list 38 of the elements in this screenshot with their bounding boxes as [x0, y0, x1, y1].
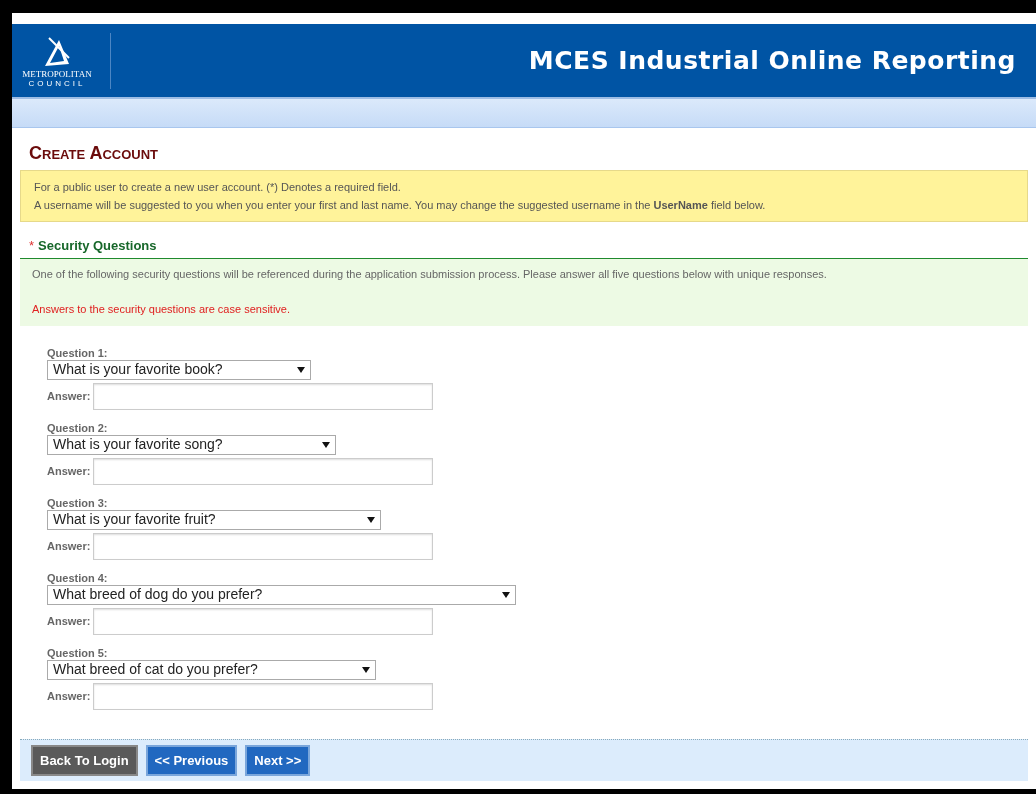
- answer-field[interactable]: [93, 682, 434, 710]
- answer-label: Answer:: [47, 388, 91, 404]
- site-title: MCES Industrial Online Reporting: [528, 44, 1016, 77]
- notice-text: A username will be suggested to you when you enter your first and last name. You may change the suggested username in the UserName field below.: [34, 197, 767, 213]
- info-text: One of the following security questions will be referenced during the application submission process. Please answer all five questions below with unique responses.: [32, 266, 828, 282]
- required-mark: *: [29, 237, 35, 255]
- form-button[interactable]: Next >>: [245, 744, 311, 776]
- question-dropdown[interactable]: What is your favorite book?: [47, 359, 311, 380]
- answer-field[interactable]: [93, 457, 434, 485]
- question-label: Question 2:: [47, 421, 109, 435]
- form-button[interactable]: << Previous: [145, 744, 238, 776]
- answer-field[interactable]: [93, 532, 434, 560]
- answer-label: Answer:: [47, 463, 91, 479]
- caret-icon: [322, 441, 330, 448]
- question-dropdown[interactable]: What is your favorite fruit?: [47, 509, 381, 530]
- answer-label: Answer:: [47, 613, 91, 629]
- answer-label: Answer:: [47, 538, 91, 554]
- page-title: Create Account: [28, 144, 160, 162]
- answer-field[interactable]: [93, 382, 434, 410]
- question-dropdown[interactable]: What breed of cat do you prefer?: [47, 659, 376, 680]
- question-label: Question 3:: [47, 496, 109, 510]
- form-button[interactable]: Back To Login: [31, 744, 138, 776]
- caret-icon: [502, 591, 510, 598]
- question-dropdown[interactable]: What breed of dog do you prefer?: [47, 584, 516, 605]
- caret-icon: [367, 516, 375, 523]
- question-label: Question 1:: [47, 346, 109, 360]
- caret-icon: [362, 666, 370, 673]
- caret-icon: [297, 366, 305, 373]
- question-dropdown[interactable]: What is your favorite song?: [47, 434, 336, 455]
- logo-name: METROPOLITAN: [22, 69, 92, 79]
- answer-label: Answer:: [47, 688, 91, 704]
- logo-subtitle: COUNCIL: [28, 79, 86, 88]
- section-title: Security Questions: [38, 237, 157, 255]
- question-label: Question 5:: [47, 646, 109, 660]
- notice-text: For a public user to create a new user account. (*) Denotes a required field.: [34, 180, 402, 195]
- question-label: Question 4:: [47, 571, 109, 585]
- answer-field[interactable]: [93, 607, 434, 635]
- warning-text: Answers to the security questions are case sensitive.: [32, 302, 291, 317]
